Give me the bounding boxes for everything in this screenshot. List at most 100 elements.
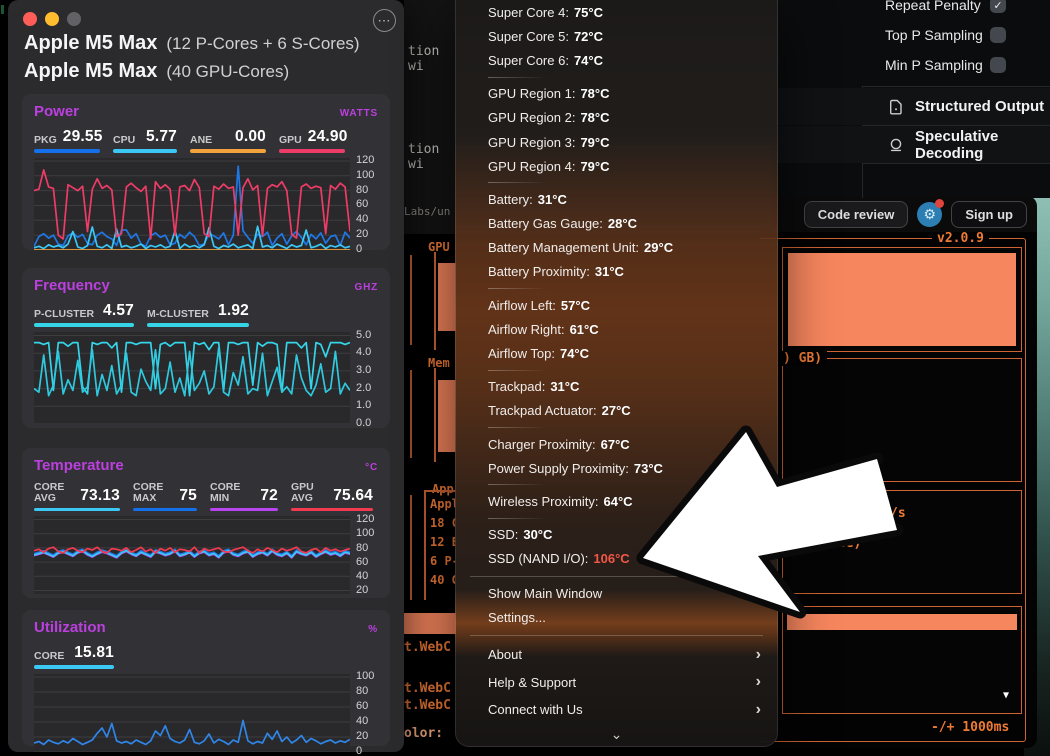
menu-item-connect-with-us[interactable]: Connect with Us› bbox=[456, 696, 777, 724]
monitor-window: ⋯ Apple M5 Max(12 P-Cores + 6 S-Cores) A… bbox=[8, 0, 404, 752]
terminal-border bbox=[410, 495, 412, 600]
menu-item-ssd[interactable]: SSD:30°C bbox=[456, 523, 777, 547]
menu-item-label: GPU Region 4: bbox=[488, 159, 575, 174]
menu-item-super-core-6[interactable]: Super Core 6:74°C bbox=[456, 48, 777, 72]
menu-item-trackpad[interactable]: Trackpad:31°C bbox=[456, 375, 777, 399]
speculative-decoding-row[interactable]: Speculative Decoding bbox=[772, 126, 1050, 163]
chip-title-line1: Apple M5 Max(12 P-Cores + 6 S-Cores) bbox=[24, 32, 360, 55]
menu-item-help-support[interactable]: Help & Support› bbox=[456, 668, 777, 696]
y-axis-tick: 80 bbox=[356, 542, 368, 554]
menu-item-gpu-region-1[interactable]: GPU Region 1:78°C bbox=[456, 82, 777, 106]
toggle-row-repeat-penalty[interactable]: Repeat Penalty✓ bbox=[772, 0, 1050, 20]
menu-item-super-core-5[interactable]: Super Core 5:72°C bbox=[456, 24, 777, 48]
menu-item-label: Help & Support bbox=[488, 675, 576, 690]
structured-output-label: Structured Output bbox=[915, 98, 1044, 115]
menu-item-gpu-region-2[interactable]: GPU Region 2:78°C bbox=[456, 106, 777, 130]
legend-value: 1.92 bbox=[218, 302, 249, 320]
terminal-border bbox=[410, 255, 412, 345]
menu-item-battery-gas-gauge[interactable]: Battery Gas Gauge:28°C bbox=[456, 212, 777, 236]
close-button[interactable] bbox=[23, 12, 37, 26]
sensor-value: 31°C bbox=[538, 192, 567, 207]
legend-value: 75.64 bbox=[333, 487, 373, 505]
menu-divider bbox=[488, 77, 546, 78]
checkbox-icon[interactable] bbox=[990, 27, 1006, 43]
checkbox-icon[interactable] bbox=[990, 57, 1006, 73]
legend-item-p-cluster[interactable]: P-CLUSTER4.57 bbox=[34, 302, 134, 327]
legend-item-core-min[interactable]: CORE MIN72 bbox=[210, 482, 278, 511]
y-axis-tick: 20 bbox=[356, 584, 368, 596]
app-header-bar: Code review ⚙ Sign up bbox=[772, 196, 1037, 232]
terminal-selected-row[interactable] bbox=[787, 614, 1017, 630]
checkbox-checked-icon[interactable]: ✓ bbox=[990, 0, 1006, 13]
sensor-value: 75°C bbox=[574, 5, 603, 20]
legend-item-m-cluster[interactable]: M-CLUSTER 1.92 bbox=[147, 302, 249, 327]
legend-label: CORE MIN bbox=[210, 482, 240, 505]
sensor-value: 31°C bbox=[550, 379, 579, 394]
legend-label: ANE bbox=[190, 135, 212, 146]
settings-gear-button[interactable]: ⚙ bbox=[917, 202, 942, 227]
menu-item-battery-proximity[interactable]: Battery Proximity:31°C bbox=[456, 260, 777, 284]
y-axis-tick: 5.0 bbox=[356, 329, 371, 341]
menu-item-battery[interactable]: Battery:31°C bbox=[456, 187, 777, 211]
legend-item-core[interactable]: CORE15.81 bbox=[34, 644, 114, 669]
legend-item-ane[interactable]: ANE0.00 bbox=[190, 128, 266, 153]
legend-item-core-avg[interactable]: CORE AVG73.13 bbox=[34, 482, 120, 511]
menu-item-super-core-4[interactable]: Super Core 4:75°C bbox=[456, 0, 777, 24]
terminal-app-line: 18 C bbox=[430, 516, 456, 530]
menu-item-trackpad-actuator[interactable]: Trackpad Actuator:27°C bbox=[456, 399, 777, 423]
menu-item-airflow-top[interactable]: Airflow Top:74°C bbox=[456, 341, 777, 365]
terminal-interval-label: -/+ 1000ms bbox=[926, 720, 1014, 735]
divider bbox=[862, 86, 1050, 87]
menu-item-gpu-region-3[interactable]: GPU Region 3:79°C bbox=[456, 130, 777, 154]
legend-label: CORE AVG bbox=[34, 482, 64, 505]
menu-item-charger-proximity[interactable]: Charger Proximity:67°C bbox=[456, 432, 777, 456]
toggle-row-top-p-sampling[interactable]: Top P Sampling bbox=[772, 20, 1050, 50]
menu-item-airflow-left[interactable]: Airflow Left:57°C bbox=[456, 293, 777, 317]
y-axis-tick: 120 bbox=[356, 154, 374, 166]
legend-color-bar bbox=[34, 149, 100, 153]
menu-item-show-main-window[interactable]: Show Main Window bbox=[456, 582, 777, 606]
structured-output-row[interactable]: Structured Output bbox=[772, 88, 1050, 125]
card-unit: WATTS bbox=[340, 108, 378, 119]
menu-item-about[interactable]: About› bbox=[456, 641, 777, 669]
menu-item-label: GPU Region 3: bbox=[488, 135, 575, 150]
menu-scroll-indicator[interactable]: ⌄ bbox=[456, 723, 777, 745]
y-axis-tick: 0 bbox=[356, 243, 362, 255]
terminal-app-line: 12 E bbox=[430, 535, 456, 549]
sensor-value: 78°C bbox=[580, 86, 609, 101]
legend-item-core-max[interactable]: CORE MAX75 bbox=[133, 482, 197, 511]
card-unit: GHZ bbox=[354, 282, 378, 293]
toggle-row-min-p-sampling[interactable]: Min P Sampling bbox=[772, 50, 1050, 80]
legend-label: M-CLUSTER bbox=[147, 309, 209, 320]
more-options-button[interactable]: ⋯ bbox=[373, 9, 396, 32]
legend-item-pkg[interactable]: PKG29.55 bbox=[34, 128, 100, 153]
menu-item-gpu-region-4[interactable]: GPU Region 4:79°C bbox=[456, 154, 777, 178]
card-title: Utilization bbox=[34, 619, 106, 636]
menu-item-ssd-nand-i-o[interactable]: SSD (NAND I/O):106°C bbox=[456, 547, 777, 571]
zoom-button[interactable] bbox=[67, 12, 81, 26]
y-axis-tick: 20 bbox=[356, 228, 368, 240]
sign-up-button[interactable]: Sign up bbox=[951, 201, 1027, 228]
terminal-box-gpu bbox=[782, 247, 1022, 352]
menu-item-power-supply-proximity[interactable]: Power Supply Proximity:73°C bbox=[456, 456, 777, 480]
menu-item-wireless-proximity[interactable]: Wireless Proximity:64°C bbox=[456, 489, 777, 513]
menu-item-airflow-right[interactable]: Airflow Right:61°C bbox=[456, 317, 777, 341]
minimize-button[interactable] bbox=[45, 12, 59, 26]
legend-color-bar bbox=[147, 323, 249, 327]
legend-label: CORE bbox=[34, 651, 64, 662]
card-unit: °C bbox=[365, 462, 378, 473]
menu-divider bbox=[488, 427, 546, 428]
legend-label: PKG bbox=[34, 135, 57, 146]
legend-item-gpu[interactable]: GPU24.90 bbox=[279, 128, 345, 153]
menu-divider bbox=[488, 288, 546, 289]
y-axis-tick: 20 bbox=[356, 730, 368, 742]
menu-item-settings[interactable]: Settings... bbox=[456, 606, 777, 630]
terminal-gpu-bar bbox=[438, 263, 456, 331]
legend-color-bar bbox=[291, 508, 373, 512]
legend-item-gpu-avg[interactable]: GPU AVG75.64 bbox=[291, 482, 373, 511]
y-axis-tick: 60 bbox=[356, 700, 368, 712]
code-review-button[interactable]: Code review bbox=[804, 201, 909, 228]
menu-item-battery-management-unit[interactable]: Battery Management Unit:29°C bbox=[456, 236, 777, 260]
legend-item-cpu[interactable]: CPU5.77 bbox=[113, 128, 177, 153]
terminal-text: tion wi bbox=[408, 142, 456, 172]
